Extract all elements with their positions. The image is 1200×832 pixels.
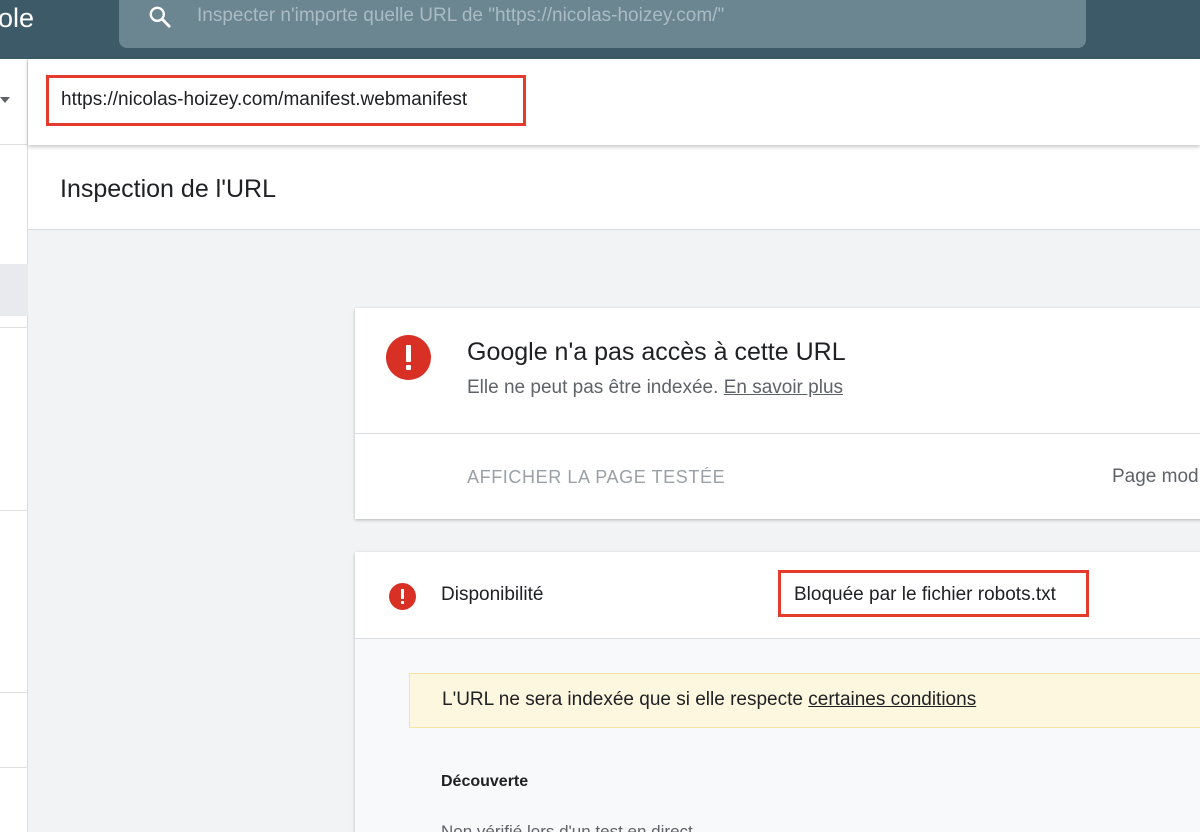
warning-message: L'URL ne sera indexée que si elle respec… [442,689,803,710]
page-title-band: Inspection de l'URL [28,145,1200,230]
availability-card: Disponibilité Bloquée par le fichier rob… [355,552,1200,832]
warning-banner: L'URL ne sera indexée que si elle respec… [409,673,1200,728]
chevron-down-icon[interactable] [0,97,10,103]
sidebar [0,59,28,832]
search-icon[interactable] [147,4,173,30]
sidebar-divider [0,327,28,328]
status-card: Google n'a pas accès à cette URL Elle ne… [355,308,1200,519]
sidebar-divider [0,767,28,768]
availability-details: L'URL ne sera indexée que si elle respec… [355,639,1200,832]
sidebar-divider [0,510,28,511]
sidebar-item-active[interactable] [0,264,28,316]
page-title: Inspection de l'URL [60,175,277,203]
app-title: ole [0,3,35,33]
top-app-bar: ole Inspecter n'importe quelle URL de "h… [0,0,1200,59]
discovery-section-label: Découverte [441,773,529,790]
learn-more-link[interactable]: En savoir plus [724,377,843,398]
discovery-status-text: Non vérifié lors d'un test en direct [441,822,693,832]
sidebar-divider [0,144,28,145]
view-tested-page-button[interactable]: AFFICHER LA PAGE TESTÉE [467,465,725,489]
sidebar-divider [0,692,28,693]
error-icon [389,583,416,610]
error-icon [386,335,431,380]
search-input[interactable]: Inspecter n'importe quelle URL de "https… [197,0,724,32]
conditions-link[interactable]: certaines conditions [808,689,976,710]
divider [355,433,1200,434]
availability-value: Bloquée par le fichier robots.txt [794,584,1056,605]
url-inspection-search[interactable]: Inspecter n'importe quelle URL de "https… [119,0,1086,48]
status-title: Google n'a pas accès à cette URL [467,338,846,366]
inspected-url-header: https://nicolas-hoizey.com/manifest.webm… [28,59,1200,145]
warning-text: L'URL ne sera indexée que si elle respec… [442,688,976,712]
page-mod-label: Page mod [1112,466,1199,487]
availability-label: Disponibilité [441,584,544,605]
status-subtitle-text: Elle ne peut pas être indexée. [467,377,719,398]
status-subtitle: Elle ne peut pas être indexée. En savoir… [467,376,843,400]
inspected-url: https://nicolas-hoizey.com/manifest.webm… [61,89,468,110]
